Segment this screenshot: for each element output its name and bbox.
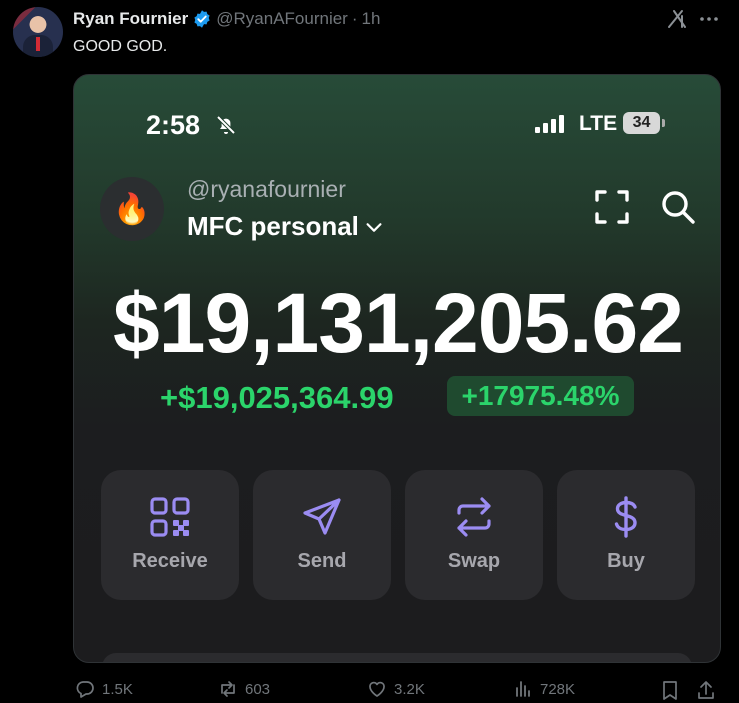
reply-icon bbox=[76, 681, 94, 698]
receive-button[interactable]: Receive bbox=[101, 470, 239, 600]
buy-label: Buy bbox=[607, 550, 645, 572]
send-label: Send bbox=[297, 550, 347, 572]
wallet-balance: $19,131,205.62 bbox=[113, 276, 684, 370]
receive-label: Receive bbox=[132, 550, 208, 572]
repost-count: 603 bbox=[245, 680, 271, 698]
like-count: 3.2K bbox=[394, 680, 425, 698]
battery-icon: 34 bbox=[623, 112, 665, 134]
scan-icon[interactable] bbox=[594, 189, 630, 225]
wallet-name: MFC personal bbox=[187, 211, 359, 241]
repost-button[interactable]: 603 bbox=[218, 679, 270, 699]
like-button[interactable]: 3.2K bbox=[367, 679, 425, 699]
balance-change-percent: +17975.48% bbox=[447, 376, 634, 416]
balance-change-amount: +$19,025,364.99 bbox=[160, 380, 394, 415]
search-icon[interactable] bbox=[659, 188, 697, 226]
swap-label: Swap bbox=[447, 550, 501, 572]
verified-badge-icon bbox=[194, 10, 210, 28]
tweet-timestamp[interactable]: 1h bbox=[362, 9, 381, 29]
reply-button[interactable]: 1.5K bbox=[75, 679, 133, 699]
phone-status-time: 2:58 bbox=[146, 110, 201, 140]
author-name[interactable]: Ryan Fournier bbox=[73, 9, 188, 29]
grok-icon[interactable] bbox=[665, 7, 689, 31]
send-icon bbox=[303, 498, 341, 535]
wallet-list-card[interactable] bbox=[102, 653, 692, 662]
author-avatar[interactable] bbox=[13, 7, 63, 57]
buy-button[interactable]: Buy bbox=[557, 470, 695, 600]
swap-icon bbox=[457, 497, 491, 537]
battery-level: 34 bbox=[623, 112, 660, 134]
tweet-actions-bar: 1.5K 603 3.2K 728K bbox=[73, 679, 723, 703]
chevron-down-icon bbox=[366, 222, 382, 232]
send-button[interactable]: Send bbox=[253, 470, 391, 600]
author-handle[interactable]: @RyanAFournier bbox=[216, 9, 348, 29]
views-button[interactable]: 728K bbox=[513, 679, 575, 699]
qr-code-icon bbox=[150, 497, 190, 537]
dollar-icon bbox=[614, 496, 637, 538]
wallet-avatar[interactable]: 🔥 bbox=[100, 177, 164, 241]
share-icon[interactable] bbox=[695, 679, 717, 701]
signal-strength-icon bbox=[535, 115, 564, 133]
heart-icon bbox=[369, 681, 385, 697]
bell-muted-icon bbox=[216, 115, 236, 135]
bookmark-icon[interactable] bbox=[659, 679, 681, 701]
views-chart-icon bbox=[516, 681, 530, 697]
wallet-username: @ryanafournier bbox=[187, 176, 346, 202]
swap-button[interactable]: Swap bbox=[405, 470, 543, 600]
separator-dot: · bbox=[351, 9, 358, 28]
wallet-selector[interactable]: MFC personal bbox=[187, 211, 385, 242]
repost-icon bbox=[221, 681, 235, 697]
tweet-text: GOOD GOD. bbox=[73, 38, 168, 55]
network-type: LTE bbox=[579, 112, 618, 135]
tweet-media-screenshot[interactable]: 2:58 LTE 34 🔥 @ryanafournier MFC persona… bbox=[73, 74, 721, 663]
reply-count: 1.5K bbox=[102, 680, 133, 698]
views-count: 728K bbox=[540, 680, 576, 698]
tweet-header: Ryan Fournier @RyanAFournier · 1h bbox=[73, 8, 380, 30]
more-options-icon[interactable] bbox=[697, 7, 721, 31]
